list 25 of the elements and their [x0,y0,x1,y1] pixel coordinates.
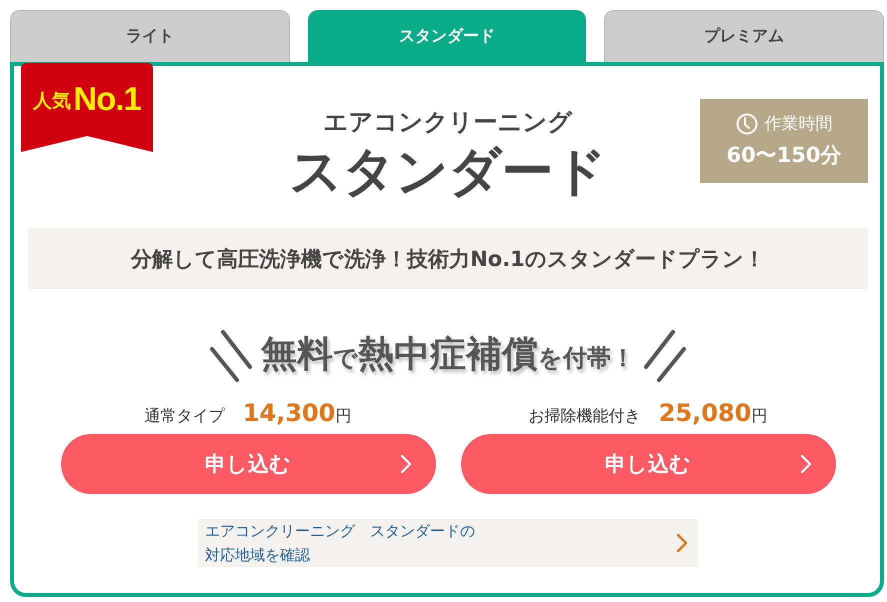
accent-lines-icon [643,329,687,383]
ribbon-label: 人気 [33,89,72,114]
chevron-right-icon [800,454,812,474]
headline-text: 無料で熱中症補償を付帯！ [261,332,635,376]
accent-lines-icon [209,329,253,383]
service-name: エアコンクリーニング [324,107,572,137]
clock-icon [736,113,758,135]
chevron-right-icon [400,454,412,474]
apply-button[interactable]: 申し込む [460,434,836,494]
price-value: 14,300 [242,398,336,428]
tagline-band: 分解して高圧洗浄機で洗浄！技術力No.1のスタンダードプラン！ [28,228,868,289]
ribbon-rank: No.1 [73,81,141,117]
plan-tab[interactable]: プレミアム [604,10,884,62]
price-unit: 円 [335,406,352,427]
duration-value: 60〜150分 [726,142,842,169]
price-label: お掃除機能付き [528,406,641,427]
chevron-right-icon [676,533,688,553]
apply-button[interactable]: 申し込む [60,434,436,494]
plan-tab[interactable]: ライト [10,10,290,62]
price-label: 通常タイプ [144,406,225,427]
duration-label: 作業時間 [764,113,832,135]
plan-name: スタンダード [290,141,606,203]
area-link[interactable]: エアコンクリーニング スタンダードの対応地域を確認 [198,519,698,567]
price-unit: 円 [751,406,768,427]
price-value: 25,080 [658,398,752,428]
